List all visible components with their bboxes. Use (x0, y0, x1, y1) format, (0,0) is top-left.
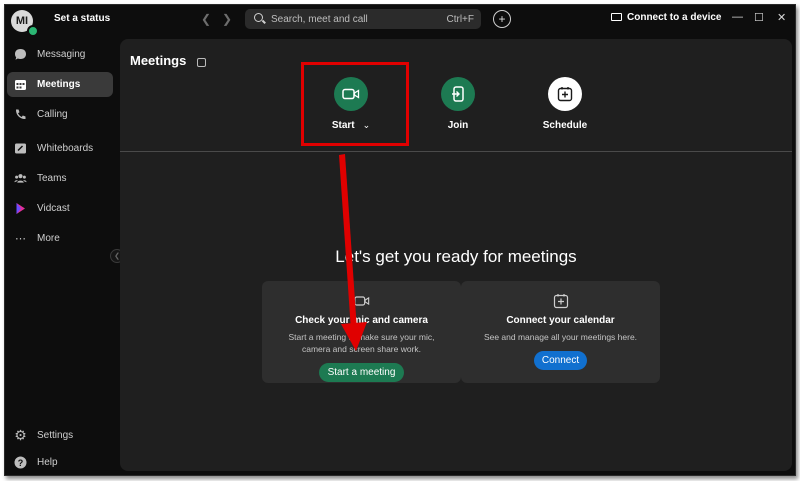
annotation-arrow (339, 154, 367, 351)
